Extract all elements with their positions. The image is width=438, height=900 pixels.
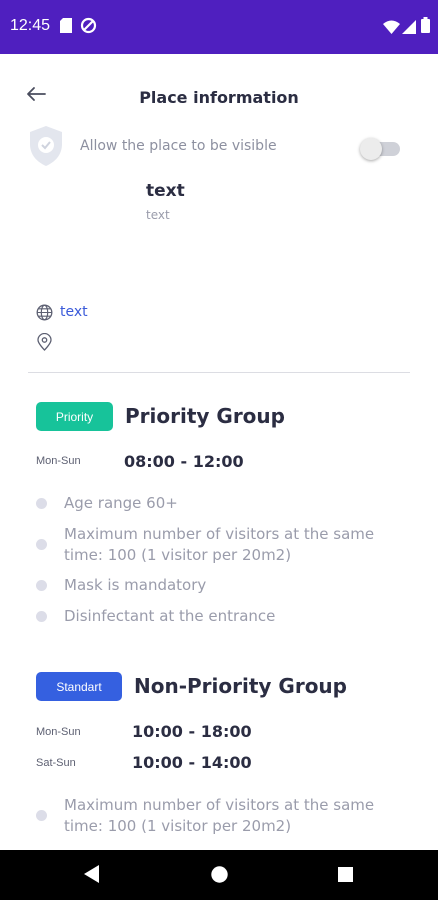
shield-check-icon — [28, 124, 64, 172]
navigation-bar — [0, 850, 438, 900]
rule-text: Age range 60+ — [64, 494, 178, 512]
toggle-thumb — [360, 138, 382, 160]
bullet-dot — [36, 611, 47, 622]
website-link[interactable]: text — [60, 304, 88, 320]
group-title: Priority Group — [125, 404, 285, 428]
schedule-days: Mon-Sun — [36, 726, 81, 738]
schedule-time: 10:00 - 18:00 — [132, 722, 252, 741]
wifi-icon — [383, 19, 400, 38]
globe-icon — [36, 304, 53, 325]
bullet-dot — [36, 498, 47, 509]
bullet-dot — [36, 810, 47, 821]
rule-text: Disinfectant at the entrance — [64, 607, 276, 625]
data-saver-icon — [80, 17, 97, 38]
divider — [28, 372, 410, 373]
nav-home-icon[interactable] — [211, 866, 228, 887]
bullet-dot — [36, 580, 47, 591]
visibility-toggle[interactable] — [360, 138, 400, 160]
rule-text: Maximum number of visitors at the same t… — [64, 796, 375, 835]
visibility-label: Allow the place to be visible — [80, 138, 277, 154]
place-name: text — [146, 181, 185, 201]
nav-recents-icon[interactable] — [338, 867, 353, 886]
battery-icon — [421, 17, 430, 37]
rule-text: Maximum number of visitors at the same t… — [64, 525, 375, 564]
priority-badge: Priority — [36, 402, 113, 431]
status-time: 12:45 — [10, 17, 51, 34]
status-bar: 12:45 — [0, 0, 438, 54]
visibility-row: Allow the place to be visible — [0, 124, 438, 174]
schedule-days: Mon-Sun — [36, 455, 81, 467]
sim-card-icon — [60, 18, 72, 37]
schedule-time: 10:00 - 14:00 — [132, 753, 252, 772]
location-pin-icon — [37, 332, 52, 355]
rule-text: Mask is mandatory — [64, 576, 207, 594]
bullet-dot — [36, 539, 47, 550]
page-title: Place information — [139, 88, 299, 107]
cell-signal-icon — [402, 19, 416, 38]
place-subtitle: text — [146, 208, 170, 222]
schedule-time: 08:00 - 12:00 — [124, 452, 244, 471]
group-title: Non-Priority Group — [134, 674, 347, 698]
standart-badge: Standart — [36, 672, 122, 701]
nav-back-icon[interactable] — [84, 865, 100, 887]
schedule-days: Sat-Sun — [36, 757, 76, 769]
